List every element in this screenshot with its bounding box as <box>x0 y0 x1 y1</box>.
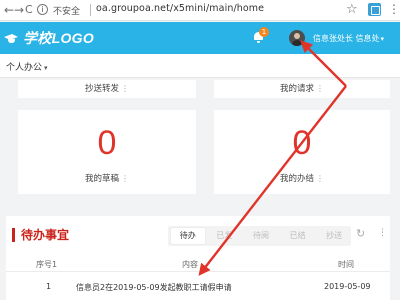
personal-office-label: 个人办公 <box>6 63 43 73</box>
row-time: 2019-05-09 <box>324 282 371 291</box>
column-header-index[interactable]: 序号1 <box>36 259 57 270</box>
chevron-down-icon: ▾ <box>44 64 48 72</box>
column-header-time[interactable]: 时间 <box>338 259 354 270</box>
personal-office-dropdown[interactable]: 个人办公 ▾ <box>6 60 48 73</box>
table-row[interactable]: 1 信息员2在2019-05-09发起教职工请假申请 2019-05-09 <box>6 278 390 296</box>
tab-done[interactable]: 已结 <box>281 228 315 244</box>
column-header-content[interactable]: 内容 <box>182 259 198 270</box>
sub-navigation: 个人办公 ▾ <box>0 54 400 78</box>
logo-text: 学校LOGO <box>23 30 95 46</box>
table-header: 序号1 内容 时间 <box>6 254 390 272</box>
forward-icon[interactable]: → <box>14 2 24 18</box>
avatar[interactable] <box>289 30 305 46</box>
completed-count: 0 <box>292 124 312 162</box>
more-icon[interactable]: ⋮ <box>378 228 387 238</box>
card-label: 我的草稿 ⋮ <box>84 174 129 184</box>
browser-address-bar: ← → C i 不安全 oa.groupoa.net/x5mini/main/h… <box>0 0 400 21</box>
tab-cc[interactable]: 抄送 <box>317 228 351 244</box>
card-my-completed[interactable]: 0 我的办结 ⋮ <box>214 110 390 194</box>
more-icon: ⋮ <box>121 84 129 93</box>
row-content-link[interactable]: 信息员2在2019-05-09发起教职工请假申请 <box>76 282 232 293</box>
security-label[interactable]: 不安全 <box>53 4 80 17</box>
divider <box>90 4 91 16</box>
card-label: 我的请求 ⋮ <box>279 84 324 94</box>
card-my-drafts[interactable]: 0 我的草稿 ⋮ <box>18 110 196 194</box>
todo-panel: 待办事宜 待办 已发 待阅 已结 抄送 ↻ ⋮ 序号1 内容 时间 1 信息员2… <box>6 216 390 300</box>
card-cc-forward[interactable]: 抄送转发 ⋮ <box>18 80 196 98</box>
card-label: 抄送转发 ⋮ <box>84 84 129 94</box>
user-name: 信息张处长 信息处 <box>313 34 380 43</box>
more-icon: ⋮ <box>316 84 324 93</box>
site-info-icon[interactable]: i <box>37 4 48 15</box>
chevron-down-icon: ▾ <box>380 35 385 43</box>
extension-icon[interactable] <box>368 3 381 16</box>
url-input[interactable]: oa.groupoa.net/x5mini/main/home <box>96 3 264 14</box>
card-label: 我的办结 ⋮ <box>279 174 324 184</box>
draft-count: 0 <box>97 124 117 162</box>
notification-badge: 1 <box>259 27 269 37</box>
back-icon[interactable]: ← <box>4 2 14 18</box>
browser-menu-icon[interactable]: ⋮ <box>388 2 400 16</box>
tab-sent[interactable]: 已发 <box>208 228 242 244</box>
more-icon: ⋮ <box>316 174 324 183</box>
panel-title: 待办事宜 <box>12 228 69 242</box>
todo-tabs: 待办 已发 待阅 已结 抄送 <box>168 226 351 246</box>
bookmark-star-icon[interactable]: ☆ <box>346 2 358 17</box>
more-icon: ⋮ <box>121 174 129 183</box>
refresh-icon[interactable]: ↻ <box>356 227 365 240</box>
graduation-cap-icon <box>4 31 20 45</box>
app-header: 学校LOGO 1 信息张处长 信息处▾ <box>0 22 400 54</box>
row-index: 1 <box>46 282 52 291</box>
school-logo[interactable]: 学校LOGO <box>4 28 94 48</box>
user-menu[interactable]: 信息张处长 信息处▾ <box>313 33 384 44</box>
tab-pending[interactable]: 待办 <box>171 228 205 244</box>
tab-to-read[interactable]: 待阅 <box>244 228 278 244</box>
card-my-requests[interactable]: 我的请求 ⋮ <box>214 80 390 98</box>
reload-icon[interactable]: C <box>25 2 33 18</box>
